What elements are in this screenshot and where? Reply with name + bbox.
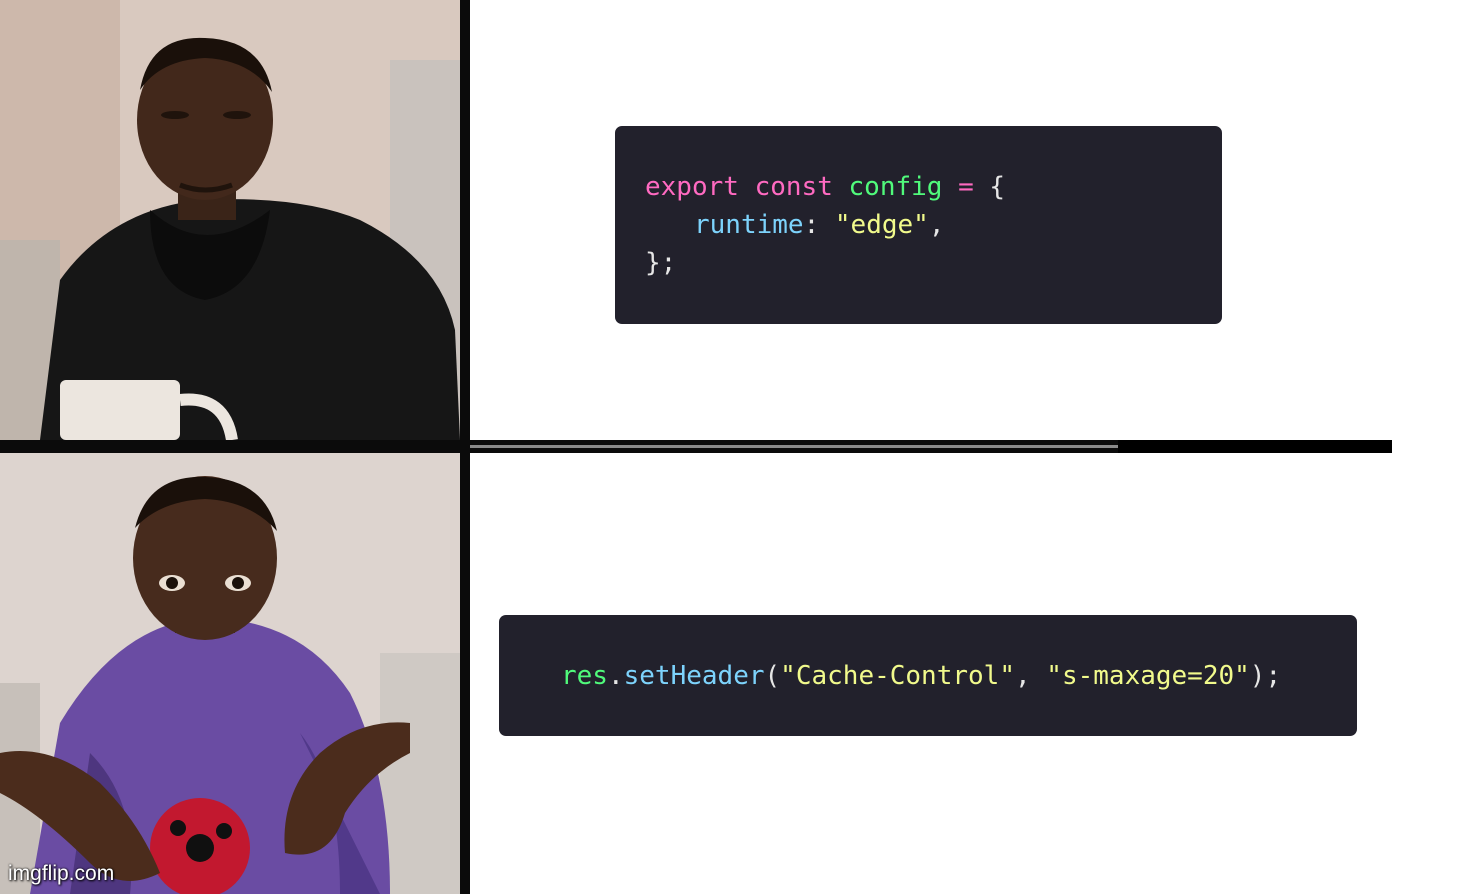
paren-close: ); [1249,661,1282,691]
code-line-1: export const config = { [645,168,1005,206]
identifier-res: res [561,661,608,691]
method-setheader: setHeader [623,661,765,691]
code-block-bottom: res.setHeader("Cache-Control", "s-maxage… [499,615,1357,736]
keyword-export: export [645,172,739,202]
meme-photo-bottom [0,453,460,894]
code-line-2: runtime: "edge", [694,206,944,244]
string-s-maxage: "s-maxage=20" [1046,661,1250,691]
code-line-3: }; [645,244,676,282]
property-runtime: runtime [694,210,804,240]
string-edge: "edge" [834,210,929,240]
horizontal-divider-extension [1118,440,1392,453]
string-cache-control: "Cache-Control" [780,661,1015,691]
brace-close: }; [645,248,677,278]
brace-open: { [989,172,1006,202]
comma: , [928,210,945,240]
code-line-setheader: res.setHeader("Cache-Control", "s-maxage… [561,657,1281,695]
horizontal-divider-highlight [470,445,1118,448]
meme-photo-top [0,0,460,440]
operator-equals: = [958,172,974,202]
code-block-top: export const config = { runtime: "edge",… [615,126,1222,324]
keyword-const: const [754,172,833,202]
photo-bottom-illustration [0,453,460,894]
dot: . [607,661,624,691]
imgflip-watermark: imgflip.com [8,862,115,885]
identifier-config: config [848,172,943,202]
paren-open: ( [764,661,781,691]
colon: : [803,210,820,240]
photo-top-illustration [0,0,460,440]
comma: , [1014,661,1031,691]
